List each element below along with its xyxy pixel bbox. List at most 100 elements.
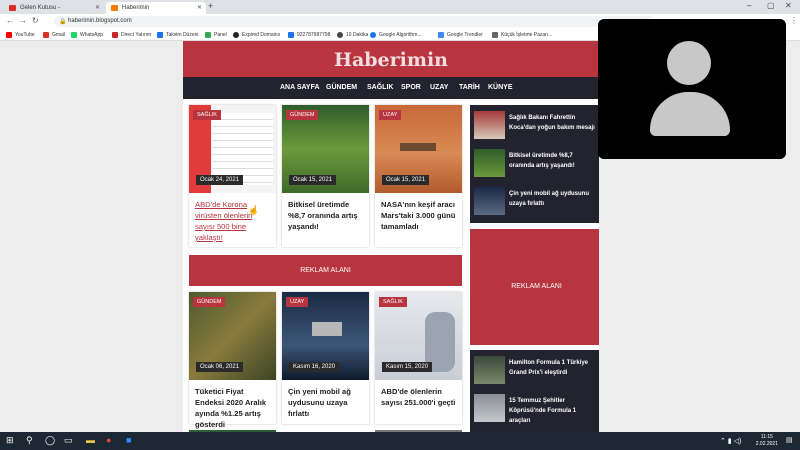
site-logo[interactable]: Haberimin <box>183 49 599 71</box>
close-icon[interactable]: ✕ <box>197 2 202 14</box>
close-window-icon[interactable]: ✕ <box>785 1 792 10</box>
close-icon[interactable]: ✕ <box>95 2 100 14</box>
reload-icon[interactable]: ↻ <box>32 16 39 25</box>
back-icon[interactable]: ← <box>6 16 14 25</box>
timer-icon <box>337 32 343 38</box>
news-card[interactable]: UZAY Ocak 15, 2021 NASA'nın keşif aracı … <box>375 105 462 247</box>
date-badge: Ocak 15, 2021 <box>289 175 337 185</box>
bookmark-panel[interactable]: Panel <box>205 31 227 39</box>
category-badge[interactable]: UZAY <box>286 297 309 307</box>
doc-icon <box>288 32 294 38</box>
bookmark-label: WhatsApp <box>80 32 104 38</box>
news-title[interactable]: ABD'de ölenlerin sayısı 251.000'i geçti <box>381 386 459 408</box>
news-card[interactable]: GÜNDEM Ocak 15, 2021 Bitkisel üretimde %… <box>282 105 369 247</box>
nav-gundem[interactable]: GÜNDEM <box>326 77 357 99</box>
sidebar-item[interactable]: Bitkisel üretimde %8,7 oranında artış ya… <box>474 149 599 185</box>
minimize-icon[interactable]: – <box>747 1 751 10</box>
google-icon <box>370 32 376 38</box>
date-badge: Kasım 16, 2020 <box>289 362 340 372</box>
news-card[interactable]: GÜNDEM Ocak 06, 2021 Tüketici Fiyat Ende… <box>189 292 276 429</box>
expired-icon <box>233 32 239 38</box>
category-badge[interactable]: SAĞLIK <box>193 110 221 120</box>
forward-icon[interactable]: → <box>19 16 27 25</box>
tray-icons[interactable]: ⌃ ▮ ◁) <box>720 437 741 445</box>
category-badge[interactable]: GÜNDEM <box>286 110 319 120</box>
sidebar-title[interactable]: Sağlık Bakanı Fahrettin Koca'dan yoğun b… <box>509 113 599 133</box>
whatsapp-icon <box>71 32 77 38</box>
bookmark-youtube[interactable]: YouTube <box>6 31 35 39</box>
maximize-icon[interactable]: ▢ <box>767 1 775 10</box>
sidebar-title[interactable]: Hamilton Formula 1 Türkiye Grand Prix'i … <box>509 358 599 378</box>
nav-ana-sayfa[interactable]: ANA SAYFA <box>280 77 320 99</box>
news-title[interactable]: Bitkisel üretimde %8,7 oranında artış ya… <box>288 199 366 232</box>
bookmark-trends[interactable]: Google Trendler <box>438 31 483 39</box>
sidebar-thumb <box>474 149 505 177</box>
notification-icon[interactable]: ▤ <box>786 436 793 444</box>
sidebar-popular: Sağlık Bakanı Fahrettin Koca'dan yoğun b… <box>470 105 599 223</box>
news-title[interactable]: Tüketici Fiyat Endeksi 2020 Aralık ayınd… <box>195 386 273 430</box>
tab-label: Haberimin <box>122 5 150 11</box>
bookmark-whatsapp[interactable]: WhatsApp <box>71 31 103 39</box>
nav-spor[interactable]: SPOR <box>401 77 421 99</box>
news-title[interactable]: NASA'nın keşif aracı Mars'taki 3.000 gün… <box>381 199 459 232</box>
bookmark-algorithm[interactable]: Google Algorithm... <box>370 31 422 39</box>
gmail-icon <box>9 5 16 11</box>
lock-icon: 🔒 <box>59 19 67 25</box>
zoom-icon[interactable]: ■ <box>126 435 131 445</box>
tab-haberimin[interactable]: Haberimin ✕ <box>106 2 206 14</box>
bookmark-10dakika[interactable]: 10 Dakika <box>337 31 368 39</box>
category-badge[interactable]: GÜNDEM <box>193 297 226 307</box>
chrome-icon[interactable]: ● <box>106 435 111 445</box>
bookmark-expired[interactable]: Expired Domains <box>233 31 280 39</box>
category-badge[interactable]: SAĞLIK <box>379 297 407 307</box>
gmail-icon <box>43 32 49 38</box>
sidebar-item[interactable]: 15 Temmuz Şehitler Köprüsü'nde Formula 1… <box>474 394 599 430</box>
sidebar-thumb <box>474 394 505 422</box>
sidebar-ad[interactable]: REKLAM ALANI <box>470 229 599 345</box>
category-badge[interactable]: UZAY <box>379 110 402 120</box>
nav-saglik[interactable]: SAĞLIK <box>367 77 393 99</box>
news-title[interactable]: Çin yeni mobil ağ uydusunu uzaya fırlatt… <box>288 386 366 419</box>
news-card[interactable]: SAĞLIK Kasım 15, 2020 ABD'de ölenlerin s… <box>375 292 462 424</box>
bookmark-number[interactable]: 922787987798 <box>288 31 330 39</box>
date-badge: Ocak 15, 2021 <box>382 175 430 185</box>
sidebar-title[interactable]: 15 Temmuz Şehitler Köprüsü'nde Formula 1… <box>509 396 599 426</box>
task-view-icon[interactable]: ◯ <box>45 435 55 446</box>
sidebar-item[interactable]: Çin yeni mobil ağ uydusunu uzaya fırlatt… <box>474 187 599 223</box>
search-icon[interactable]: ⚲ <box>26 435 33 446</box>
bookmark-label: Direct Yatırım <box>121 32 152 38</box>
direct-icon <box>112 32 118 38</box>
edge-icon[interactable]: ▭ <box>64 435 73 446</box>
bookmark-direct[interactable]: Direct Yatırım <box>112 31 151 39</box>
menu-icon[interactable]: ⋮ <box>790 16 798 25</box>
bookmark-label: YouTube <box>15 32 35 38</box>
nav-tarih[interactable]: TARİH <box>459 77 480 99</box>
bookmark-label: Expired Domains <box>242 32 281 38</box>
blogger-icon <box>111 5 118 11</box>
clock[interactable]: 11:15 2.02.2021 <box>756 434 778 448</box>
nav-kunye[interactable]: KÜNYE <box>488 77 513 99</box>
sidebar-title[interactable]: Çin yeni mobil ağ uydusunu uzaya fırlatt… <box>509 189 599 209</box>
news-card[interactable]: UZAY Kasım 16, 2020 Çin yeni mobil ağ uy… <box>282 292 369 424</box>
news-title[interactable]: ABD'de Korona virüsten ölenlerin sayısı … <box>195 199 273 243</box>
ad-banner[interactable]: REKLAM ALANI <box>189 255 462 286</box>
bookmark-takvim[interactable]: Takvim Düzeni <box>157 31 199 39</box>
bookmark-kucuk[interactable]: Küçük İşletme Pazarı... <box>492 31 552 39</box>
sidebar-title[interactable]: Bitkisel üretimde %8,7 oranında artış ya… <box>509 151 599 171</box>
news-card[interactable]: SAĞLIK Ocak 24, 2021 ABD'de Korona virüs… <box>189 105 276 247</box>
webcam-overlay <box>598 19 786 159</box>
bookmark-gmail[interactable]: Gmail <box>43 31 65 39</box>
windows-start-icon[interactable]: ⊞ <box>6 435 14 446</box>
sidebar-item[interactable]: Sağlık Bakanı Fahrettin Koca'dan yoğun b… <box>474 111 599 147</box>
new-tab-button[interactable]: + <box>208 1 213 11</box>
bookmark-label: Gmail <box>52 32 66 38</box>
tab-gmail[interactable]: Gelen Kutusu - kadir@imza.com ✕ <box>4 2 104 23</box>
nav-uzay[interactable]: UZAY <box>430 77 448 99</box>
folder-icon[interactable]: ▬ <box>86 435 95 445</box>
calendar-icon <box>157 32 163 38</box>
trends-icon <box>438 32 444 38</box>
bookmark-label: Google Trendler <box>447 32 483 38</box>
address-bar[interactable]: 🔒 haberimin.blogspot.com <box>54 16 654 27</box>
sidebar-item[interactable]: Hamilton Formula 1 Türkiye Grand Prix'i … <box>474 356 599 392</box>
sidebar-thumb <box>474 356 505 384</box>
